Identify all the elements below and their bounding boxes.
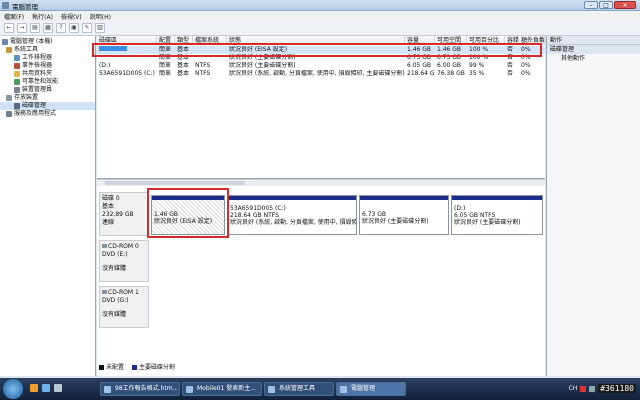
menu-action[interactable]: 執行(A) bbox=[32, 12, 53, 21]
scheduler-icon bbox=[14, 55, 20, 61]
title-bar: 電腦管理 – □ ✕ bbox=[0, 0, 640, 11]
forward-icon[interactable]: → bbox=[17, 23, 27, 33]
partition-c[interactable]: 53A6591D005 (C:) 218.64 GB NTFS 狀況良好 (系統… bbox=[227, 195, 357, 235]
cd-icon bbox=[102, 244, 107, 248]
tree-node-event-viewer[interactable]: 事件檢視器 bbox=[0, 62, 95, 70]
maximize-button[interactable]: □ bbox=[599, 1, 613, 9]
navigation-tree: 電腦管理 (本機) 系統工具 工作排程器 事件檢視器 共用資料夾 可靠性和效能 … bbox=[0, 36, 96, 376]
taskbar-item-computer-management[interactable]: 電腦管理 bbox=[336, 382, 406, 396]
toolbar: ← → ▤ ▦ ? ▣ ✎ ▥ bbox=[0, 21, 640, 36]
edit-icon[interactable]: ✎ bbox=[82, 23, 92, 33]
system-tray: CH #361180 bbox=[569, 384, 636, 393]
taskbar: 98工作報告格式.htm... Mobile01 發表新主... 系統管理工具 … bbox=[0, 378, 640, 400]
partition-unnamed[interactable]: 6.73 GB 狀況良好 (主要磁碟分割) bbox=[359, 195, 449, 235]
quick-launch-icon[interactable] bbox=[42, 384, 50, 392]
console-tree-icon[interactable]: ▤ bbox=[30, 23, 40, 33]
tray-icon[interactable] bbox=[589, 385, 596, 392]
start-button[interactable] bbox=[3, 379, 23, 399]
ie-icon bbox=[104, 386, 111, 393]
cdrom-0[interactable]: CD-ROM 0 DVD (E:) 沒有媒體 bbox=[97, 240, 545, 284]
legend-primary-partition: 主要磁碟分割 bbox=[132, 362, 175, 371]
legend-unallocated: 未配置 bbox=[99, 362, 124, 371]
tree-node-reliability[interactable]: 可靠性和效能 bbox=[0, 78, 95, 86]
menu-view[interactable]: 檢視(V) bbox=[61, 12, 82, 21]
performance-icon bbox=[14, 79, 20, 85]
tools-icon bbox=[6, 47, 12, 53]
cd-icon bbox=[102, 290, 107, 294]
scrollbar-thumb[interactable] bbox=[105, 181, 245, 185]
image-id-badge: #361180 bbox=[598, 384, 636, 393]
ie-icon bbox=[186, 386, 193, 393]
volume-row[interactable]: (D:) 簡單 基本 NTFS 狀況良好 (主要磁碟分割) 6.05 GB 6.… bbox=[97, 62, 545, 70]
disk-icon bbox=[14, 103, 20, 109]
actions-more-actions[interactable]: 其他動作 bbox=[547, 54, 640, 63]
volume-list: 磁碟區 配置 類型 檔案系統 狀態 容量 可用空間 可用百分比 容錯 額外負載 … bbox=[97, 36, 545, 179]
tree-node-disk-management[interactable]: 磁碟管理 bbox=[0, 102, 95, 110]
tree-node-services[interactable]: 服務及應用程式 bbox=[0, 110, 95, 118]
cdrom-0-label: CD-ROM 0 DVD (E:) 沒有媒體 bbox=[99, 240, 149, 282]
tree-node-system-tools[interactable]: 系統工具 bbox=[0, 46, 95, 54]
event-viewer-icon bbox=[14, 63, 20, 69]
taskbar-item-report[interactable]: 98工作報告格式.htm... bbox=[100, 382, 180, 396]
close-button[interactable]: ✕ bbox=[614, 1, 636, 9]
partition-d[interactable]: (D:) 6.05 GB NTFS 狀況良好 (主要磁碟分割) bbox=[451, 195, 543, 235]
menu-bar: 檔案(F) 執行(A) 檢視(V) 說明(H) bbox=[0, 11, 640, 21]
disk-0-label: 磁碟 0 基本 232.89 GB 連線 bbox=[99, 192, 149, 236]
folder-icon bbox=[268, 386, 275, 393]
tree-node-shared-folders[interactable]: 共用資料夾 bbox=[0, 70, 95, 78]
highlight-volume-row bbox=[92, 43, 542, 57]
tree-node-storage[interactable]: 存放裝置 bbox=[0, 94, 95, 102]
tray-icon[interactable] bbox=[580, 385, 587, 392]
menu-file[interactable]: 檔案(F) bbox=[4, 12, 24, 21]
quick-launch-icon[interactable] bbox=[30, 384, 38, 392]
cdrom-1[interactable]: CD-ROM 1 DVD (G:) 沒有媒體 bbox=[97, 286, 545, 330]
computer-management-icon bbox=[2, 2, 9, 9]
properties-icon[interactable]: ▦ bbox=[43, 23, 53, 33]
horizontal-scrollbar[interactable] bbox=[97, 179, 545, 186]
cdrom-1-name: CD-ROM 1 bbox=[102, 289, 146, 297]
actions-pane: 動作 磁碟管理 其他動作 bbox=[546, 36, 640, 376]
taskbar-item-admin-tools[interactable]: 系統管理工具 bbox=[264, 382, 334, 396]
taskbar-item-mobile01[interactable]: Mobile01 發表新主... bbox=[182, 382, 262, 396]
cdrom-1-label: CD-ROM 1 DVD (G:) 沒有媒體 bbox=[99, 286, 149, 328]
computer-icon bbox=[2, 39, 8, 45]
tree-node-device-manager[interactable]: 裝置管理員 bbox=[0, 86, 95, 94]
show-hide-icon[interactable]: ▣ bbox=[69, 23, 79, 33]
actions-header: 動作 bbox=[547, 36, 640, 45]
actions-disk-management[interactable]: 磁碟管理 bbox=[547, 45, 640, 54]
menu-help[interactable]: 說明(H) bbox=[90, 12, 111, 21]
cdrom-0-name: CD-ROM 0 bbox=[102, 243, 146, 251]
shared-folder-icon bbox=[14, 71, 20, 77]
highlight-eisa-partition bbox=[147, 188, 229, 238]
input-language[interactable]: CH bbox=[569, 385, 578, 392]
computer-icon bbox=[340, 386, 347, 393]
tree-node-task-scheduler[interactable]: 工作排程器 bbox=[0, 54, 95, 62]
device-manager-icon bbox=[14, 87, 20, 93]
services-icon bbox=[6, 111, 12, 117]
view-icon[interactable]: ▥ bbox=[95, 23, 105, 33]
quick-launch-icon[interactable] bbox=[54, 384, 62, 392]
disk-legend: 未配置 主要磁碟分割 bbox=[99, 362, 175, 371]
minimize-button[interactable]: – bbox=[584, 1, 598, 9]
help-icon[interactable]: ? bbox=[56, 23, 66, 33]
back-icon[interactable]: ← bbox=[4, 23, 14, 33]
storage-icon bbox=[6, 95, 12, 101]
tree-node-computer-management[interactable]: 電腦管理 (本機) bbox=[0, 38, 95, 46]
window-title: 電腦管理 bbox=[12, 3, 38, 11]
volume-row[interactable]: 53A6591D005 (C:) 簡單 基本 NTFS 狀況良好 (系統, 啟動… bbox=[97, 70, 545, 78]
